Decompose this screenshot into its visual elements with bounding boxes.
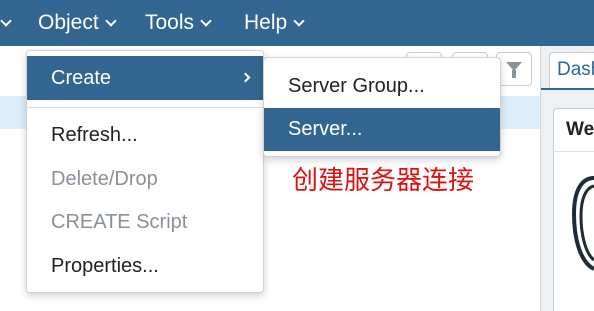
menu-item-create-script: CREATE Script bbox=[27, 200, 263, 244]
top-menubar: Object Tools Help bbox=[0, 0, 594, 46]
submenu-item-server-group[interactable]: Server Group... bbox=[264, 65, 500, 108]
welcome-card-divider bbox=[553, 151, 594, 152]
chevron-right-icon bbox=[240, 72, 251, 83]
menu-item-delete-drop-label: Delete/Drop bbox=[51, 167, 158, 190]
chevron-down-icon bbox=[293, 14, 305, 27]
object-dropdown-menu: Create Refresh... Delete/Drop CREATE Scr… bbox=[26, 50, 264, 293]
chevron-down-icon bbox=[0, 14, 12, 27]
menu-help-label: Help bbox=[244, 11, 288, 34]
menu-item-create[interactable]: Create bbox=[27, 56, 263, 100]
menu-item-properties-label: Properties... bbox=[51, 254, 159, 277]
menu-previous-dropdown[interactable] bbox=[0, 0, 12, 46]
menu-help[interactable]: Help bbox=[244, 0, 305, 46]
submenu-item-server-group-label: Server Group... bbox=[288, 75, 425, 97]
filter-icon bbox=[506, 61, 522, 78]
submenu-item-server[interactable]: Server... bbox=[264, 108, 500, 151]
tab-underline bbox=[541, 88, 594, 90]
chevron-down-icon bbox=[105, 14, 117, 27]
tab-dashboard-label: Dash bbox=[557, 59, 594, 80]
chevron-down-icon bbox=[200, 14, 212, 27]
menu-item-create-label: Create bbox=[51, 66, 112, 89]
menu-item-refresh[interactable]: Refresh... bbox=[27, 113, 263, 157]
menu-tools-label: Tools bbox=[145, 11, 195, 34]
menu-item-create-script-label: CREATE Script bbox=[51, 210, 188, 233]
menu-object[interactable]: Object bbox=[38, 0, 117, 46]
annotation-text: 创建服务器连接 bbox=[292, 166, 475, 196]
postgres-elephant-logo bbox=[572, 176, 594, 271]
menu-item-refresh-label: Refresh... bbox=[51, 123, 138, 146]
menu-divider bbox=[27, 107, 263, 108]
tab-dashboard[interactable]: Dash bbox=[549, 52, 594, 88]
menu-tools[interactable]: Tools bbox=[145, 0, 212, 46]
menu-object-label: Object bbox=[38, 11, 99, 34]
menu-item-properties[interactable]: Properties... bbox=[27, 244, 263, 288]
submenu-item-server-label: Server... bbox=[288, 118, 363, 140]
menu-item-delete-drop: Delete/Drop bbox=[27, 157, 263, 201]
create-submenu: Server Group... Server... bbox=[263, 57, 501, 157]
filter-button[interactable] bbox=[496, 52, 532, 86]
welcome-card-title: We bbox=[566, 119, 594, 140]
